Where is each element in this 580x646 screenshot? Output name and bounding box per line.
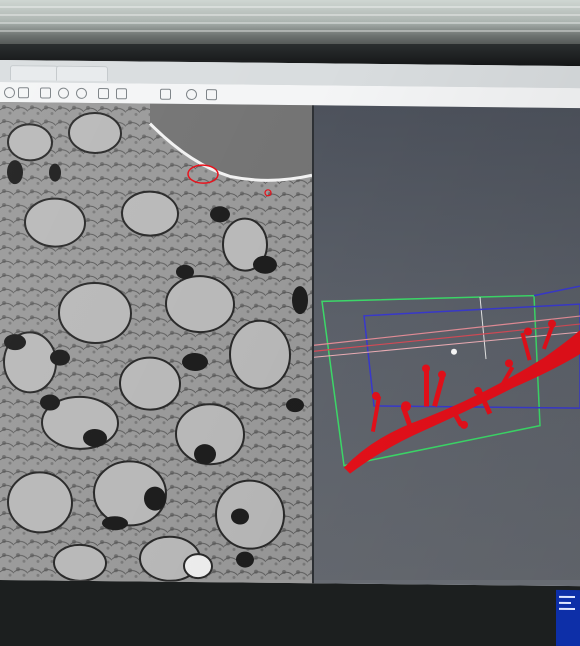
segmented-dendrite: [344, 319, 580, 474]
info-overlay: [556, 589, 580, 646]
window-blind: [0, 14, 580, 16]
mouse-cursor: [451, 348, 457, 355]
tab-2[interactable]: [56, 65, 108, 82]
em-image: [0, 102, 312, 584]
zoom-in-icon[interactable]: [58, 87, 69, 99]
monitor-screen: [0, 60, 580, 646]
home-icon[interactable]: [40, 87, 51, 99]
tab-1[interactable]: [10, 65, 58, 81]
select-icon[interactable]: [116, 88, 127, 100]
3d-viewer-panel[interactable]: [314, 105, 580, 587]
pan-icon[interactable]: [98, 88, 109, 100]
layers-icon[interactable]: [160, 88, 171, 100]
camera-icon[interactable]: [206, 89, 217, 101]
settings-icon[interactable]: [186, 88, 197, 101]
zoom-out-icon[interactable]: [76, 87, 87, 99]
window-blind: [0, 6, 580, 8]
window-blind: [0, 30, 580, 32]
blue-bounding-box: [363, 303, 580, 409]
em-image-panel[interactable]: [0, 102, 312, 584]
forward-icon[interactable]: [18, 87, 29, 99]
back-icon[interactable]: [4, 87, 15, 99]
window-blind: [0, 22, 580, 24]
3d-scene: [314, 285, 580, 474]
